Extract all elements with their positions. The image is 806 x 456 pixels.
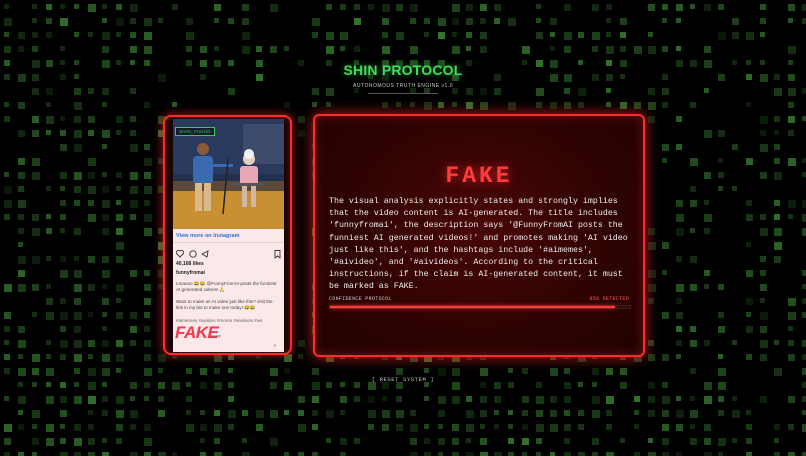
header: SHIN PROTOCOL AUTONOMOUS TRUTH ENGINE v1… (0, 62, 806, 94)
post-caption: Lmaooo 😂😂 @FunnyFromAI posts the funnies… (176, 281, 277, 293)
instagram-embed: SHIN_VISION View more on Instagram 40,16… (173, 119, 284, 352)
view-more-link[interactable]: View more on Instagram (176, 233, 239, 239)
reset-system-button[interactable]: [ RESET SYSTEM ] (372, 376, 434, 383)
share-icon[interactable] (201, 250, 209, 258)
post-username[interactable]: funnyfromai (176, 270, 205, 276)
confidence-percent: 95% DETECTED (589, 296, 629, 302)
confidence-bar (329, 305, 631, 309)
divider (173, 242, 284, 243)
app-subtitle: AUTONOMOUS TRUTH ENGINE v1.0 (353, 83, 453, 89)
verdict-label: FAKE (445, 163, 513, 189)
stamp-subtext: funny (211, 333, 221, 338)
reset-area: [ RESET SYSTEM ] (0, 368, 806, 386)
likes-count: 40,168 likes (176, 261, 204, 267)
bookmark-icon[interactable] (274, 250, 281, 259)
heart-icon[interactable] (176, 250, 184, 258)
post-caption-promo: Want to make an AI video just like this?… (176, 299, 273, 311)
post-video-thumbnail[interactable]: SHIN_VISION (173, 119, 284, 229)
analysis-text: The visual analysis explicitly states an… (329, 197, 628, 292)
comment-icon[interactable] (189, 250, 197, 258)
source-post-panel: SHIN_VISION View more on Instagram 40,16… (163, 115, 292, 355)
post-actions (176, 246, 281, 259)
title-divider (368, 93, 438, 94)
confidence-bar-fill (330, 306, 615, 308)
analysis-result-panel: FAKE The visual analysis explicitly stat… (313, 114, 645, 357)
vision-overlay-badge: SHIN_VISION (175, 127, 215, 136)
confidence-label: CONFIDENCE PROTOCOL (329, 296, 392, 302)
expand-icon[interactable]: ↗ (273, 343, 276, 348)
app-title: SHIN PROTOCOL (343, 62, 463, 78)
